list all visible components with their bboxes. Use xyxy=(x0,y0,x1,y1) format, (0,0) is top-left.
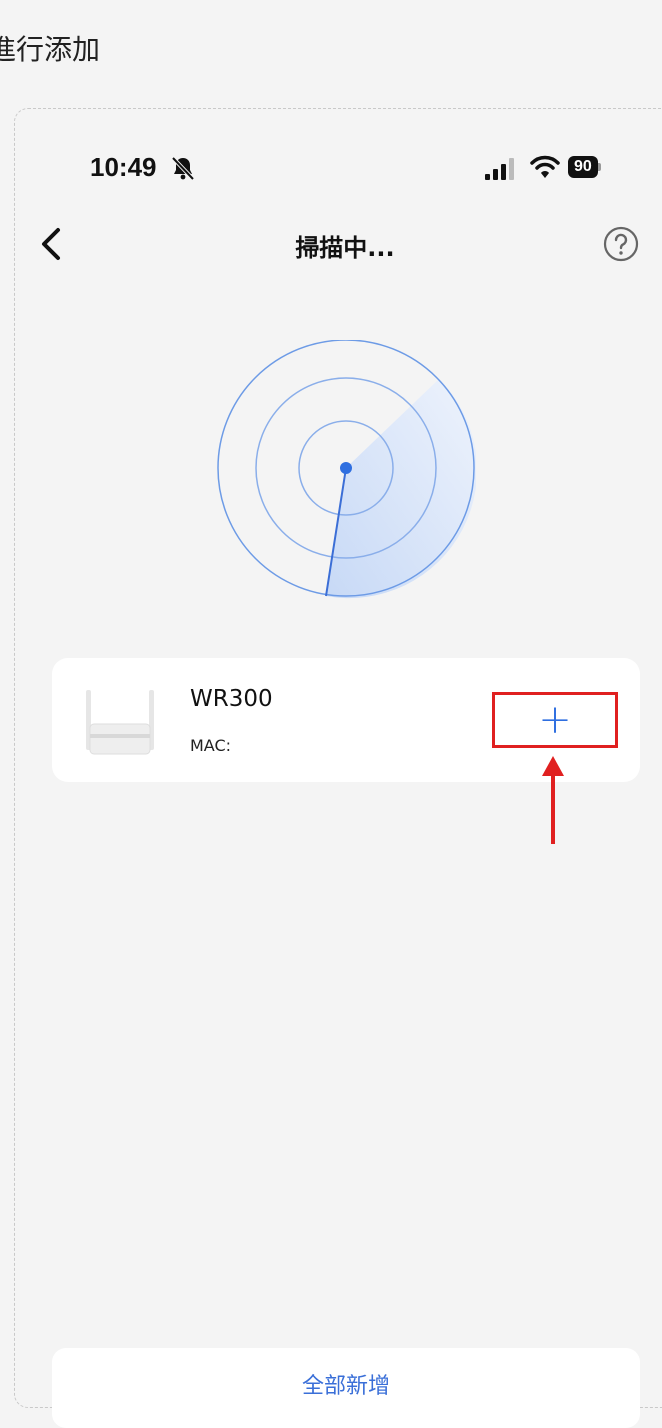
battery-tip xyxy=(597,163,601,171)
radar-sweep xyxy=(326,379,476,599)
add-all-button[interactable]: 全部新增 xyxy=(52,1348,640,1428)
page-title: 掃描中... xyxy=(295,234,395,262)
signal-icon xyxy=(485,158,514,180)
device-name: WR300 xyxy=(190,686,273,712)
battery-icon: 90 xyxy=(568,156,601,178)
device-mac: MAC: xyxy=(190,736,232,755)
wifi-icon xyxy=(530,155,560,178)
help-icon[interactable] xyxy=(603,226,639,262)
radar-icon xyxy=(217,340,476,599)
add-all-label: 全部新增 xyxy=(301,1374,390,1399)
radar-center xyxy=(340,462,352,474)
bell-slash-icon xyxy=(171,156,195,181)
router-icon xyxy=(86,690,154,755)
battery-level: 90 xyxy=(568,156,598,178)
status-time: 10:49 xyxy=(90,152,157,182)
add-symbol: + xyxy=(538,697,572,743)
arrow-up-icon xyxy=(542,756,564,844)
document-caption: 進行添加 xyxy=(0,33,101,66)
add-device-button[interactable]: + xyxy=(492,692,618,748)
